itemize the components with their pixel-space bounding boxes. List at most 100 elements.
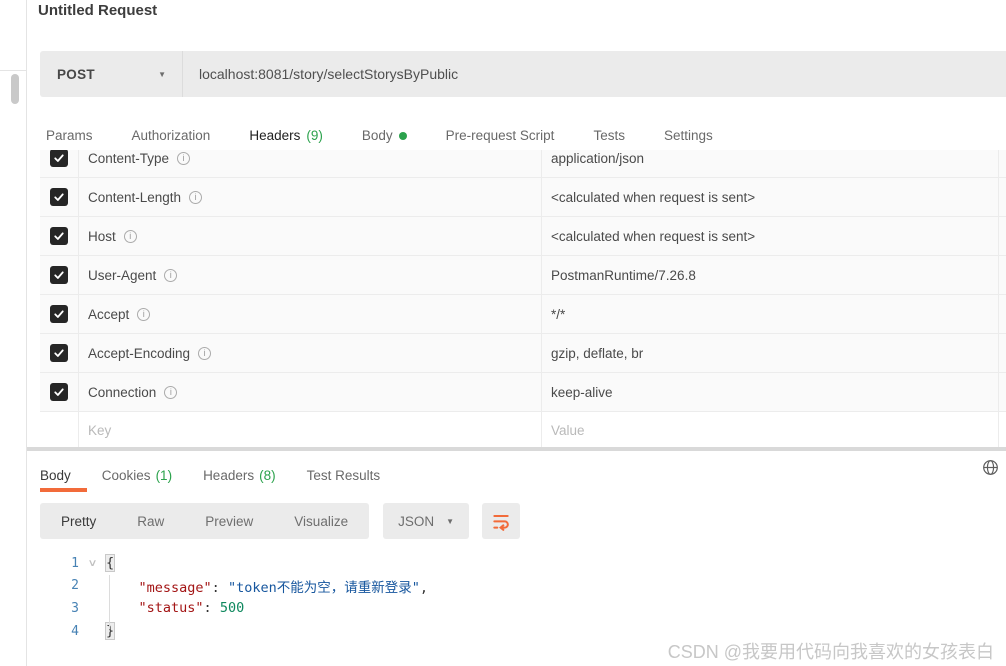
- tab-label: Params: [46, 128, 93, 143]
- language-label: JSON: [398, 514, 434, 529]
- header-value-cell[interactable]: <calculated when request is sent>: [541, 217, 998, 255]
- response-toolbar: Pretty Raw Preview Visualize JSON ▼: [40, 503, 520, 539]
- checkbox-cell: [40, 150, 79, 177]
- info-icon: i: [164, 269, 177, 282]
- line-number: 4: [40, 624, 79, 639]
- code-lines: 1∨{2 "message": "token不能为空，请重新登录",3 "sta…: [40, 552, 1006, 642]
- tab-label: Headers: [249, 128, 300, 143]
- view-mode-raw[interactable]: Raw: [137, 514, 164, 529]
- header-key-cell[interactable]: Hosti: [79, 229, 541, 244]
- header-value-cell[interactable]: */*: [541, 295, 998, 333]
- code-content: "status": 500: [106, 600, 244, 616]
- check-icon: [53, 308, 65, 320]
- postman-window: Untitled Request POST ▼ localhost:8081/s…: [0, 0, 1006, 666]
- tab-label: Authorization: [132, 128, 211, 143]
- view-mode-visualize[interactable]: Visualize: [294, 514, 348, 529]
- header-value: PostmanRuntime/7.26.8: [551, 268, 696, 283]
- value-input[interactable]: Value: [541, 412, 998, 447]
- view-mode-pretty[interactable]: Pretty: [61, 514, 96, 529]
- view-mode-group: Pretty Raw Preview Visualize: [40, 503, 369, 539]
- tab-settings[interactable]: Settings: [664, 120, 713, 151]
- table-row: Content-Typeiapplication/json: [40, 150, 1006, 178]
- check-icon: [53, 386, 65, 398]
- wrap-lines-button[interactable]: [482, 503, 520, 539]
- header-key: Host: [88, 229, 116, 244]
- table-row: User-Agent i PostmanRuntime/7.26.8: [40, 256, 1006, 295]
- response-body-editor[interactable]: 1∨{2 "message": "token不能为空，请重新登录",3 "sta…: [40, 552, 1006, 642]
- tab-authorization[interactable]: Authorization: [132, 120, 211, 151]
- table-row: Hosti<calculated when request is sent>: [40, 217, 1006, 256]
- row-end-cell: [998, 412, 1006, 447]
- code-line: 1∨{: [40, 552, 1006, 575]
- header-value-cell[interactable]: keep-alive: [541, 373, 998, 411]
- info-icon: i: [124, 230, 137, 243]
- tab-label: Pre-request Script: [446, 128, 555, 143]
- header-value: gzip, deflate, br: [551, 346, 643, 361]
- response-tab-cookies[interactable]: Cookies(1): [102, 458, 172, 492]
- key-input[interactable]: Key: [79, 423, 541, 438]
- header-checkbox[interactable]: [50, 305, 68, 323]
- header-key: User-Agent: [88, 268, 156, 283]
- header-checkbox[interactable]: [50, 383, 68, 401]
- header-value-cell[interactable]: gzip, deflate, br: [541, 334, 998, 372]
- row-end-cell: [998, 178, 1006, 216]
- header-key: Content-Length: [88, 190, 181, 205]
- row-end-cell: [998, 217, 1006, 255]
- tab-label: Tests: [593, 128, 625, 143]
- header-key-cell[interactable]: Content-Length i: [79, 190, 541, 205]
- header-checkbox[interactable]: [50, 188, 68, 206]
- green-dot-icon: [399, 132, 407, 140]
- globe-icon[interactable]: [982, 459, 999, 476]
- header-checkbox[interactable]: [50, 227, 68, 245]
- header-checkbox[interactable]: [50, 266, 68, 284]
- fold-toggle-icon[interactable]: ∨: [72, 558, 113, 569]
- url-input[interactable]: localhost:8081/story/selectStorysByPubli…: [183, 51, 1006, 97]
- header-key-cell[interactable]: Accepti: [79, 307, 541, 322]
- code-line: 2 "message": "token不能为空，请重新登录",: [40, 575, 1006, 598]
- method-dropdown[interactable]: POST ▼: [40, 51, 182, 97]
- header-key-cell[interactable]: User-Agent i: [79, 268, 541, 283]
- method-label: POST: [57, 67, 95, 82]
- sidebar-divider: [0, 70, 27, 71]
- response-tabs: Body Cookies(1) Headers(8) Test Results: [40, 458, 380, 492]
- tab-tests[interactable]: Tests: [593, 120, 625, 151]
- headers-table: Content-Typeiapplication/jsonContent-Len…: [40, 150, 1006, 447]
- tab-body[interactable]: Body: [362, 120, 407, 151]
- code-content: }: [106, 623, 114, 639]
- header-key-cell[interactable]: Content-Typei: [79, 151, 541, 166]
- header-checkbox[interactable]: [50, 344, 68, 362]
- header-key-cell[interactable]: Connectioni: [79, 385, 541, 400]
- header-key-cell[interactable]: Accept-Encodingi: [79, 346, 541, 361]
- tab-params[interactable]: Params: [46, 120, 93, 151]
- response-tab-test-results[interactable]: Test Results: [307, 458, 381, 492]
- response-tab-body[interactable]: Body: [40, 458, 71, 492]
- header-key: Accept-Encoding: [88, 346, 190, 361]
- token-number: 500: [220, 600, 244, 616]
- tab-count-badge: (8): [259, 468, 276, 483]
- view-mode-preview[interactable]: Preview: [205, 514, 253, 529]
- chevron-down-icon: ▼: [158, 70, 166, 79]
- horizontal-scrollbar[interactable]: [27, 447, 1006, 451]
- header-value-cell[interactable]: application/json: [541, 150, 998, 177]
- sidebar-scrollbar[interactable]: [11, 74, 19, 104]
- info-icon: i: [189, 191, 202, 204]
- header-checkbox[interactable]: [50, 150, 68, 167]
- headers-rows: Content-Typeiapplication/jsonContent-Len…: [40, 150, 1006, 447]
- response-tab-headers[interactable]: Headers(8): [203, 458, 276, 492]
- tab-pre-request-script[interactable]: Pre-request Script: [446, 120, 555, 151]
- language-dropdown[interactable]: JSON ▼: [383, 503, 469, 539]
- header-value-cell[interactable]: PostmanRuntime/7.26.8: [541, 256, 998, 294]
- checkbox-cell: [40, 217, 79, 255]
- value-placeholder: Value: [551, 423, 585, 438]
- check-icon: [53, 269, 65, 281]
- header-value-cell[interactable]: <calculated when request is sent>: [541, 178, 998, 216]
- check-icon: [53, 347, 65, 359]
- tab-headers[interactable]: Headers(9): [249, 120, 323, 151]
- row-end-cell: [998, 150, 1006, 177]
- sidebar-edge: [0, 0, 27, 666]
- token-key: "status": [139, 600, 204, 616]
- token-string: "token不能为空，请重新登录": [228, 580, 420, 596]
- url-bar: POST ▼ localhost:8081/story/selectStorys…: [40, 51, 1006, 97]
- row-end-cell: [998, 373, 1006, 411]
- request-tabs: Params Authorization Headers(9) Body Pre-req…: [46, 120, 713, 151]
